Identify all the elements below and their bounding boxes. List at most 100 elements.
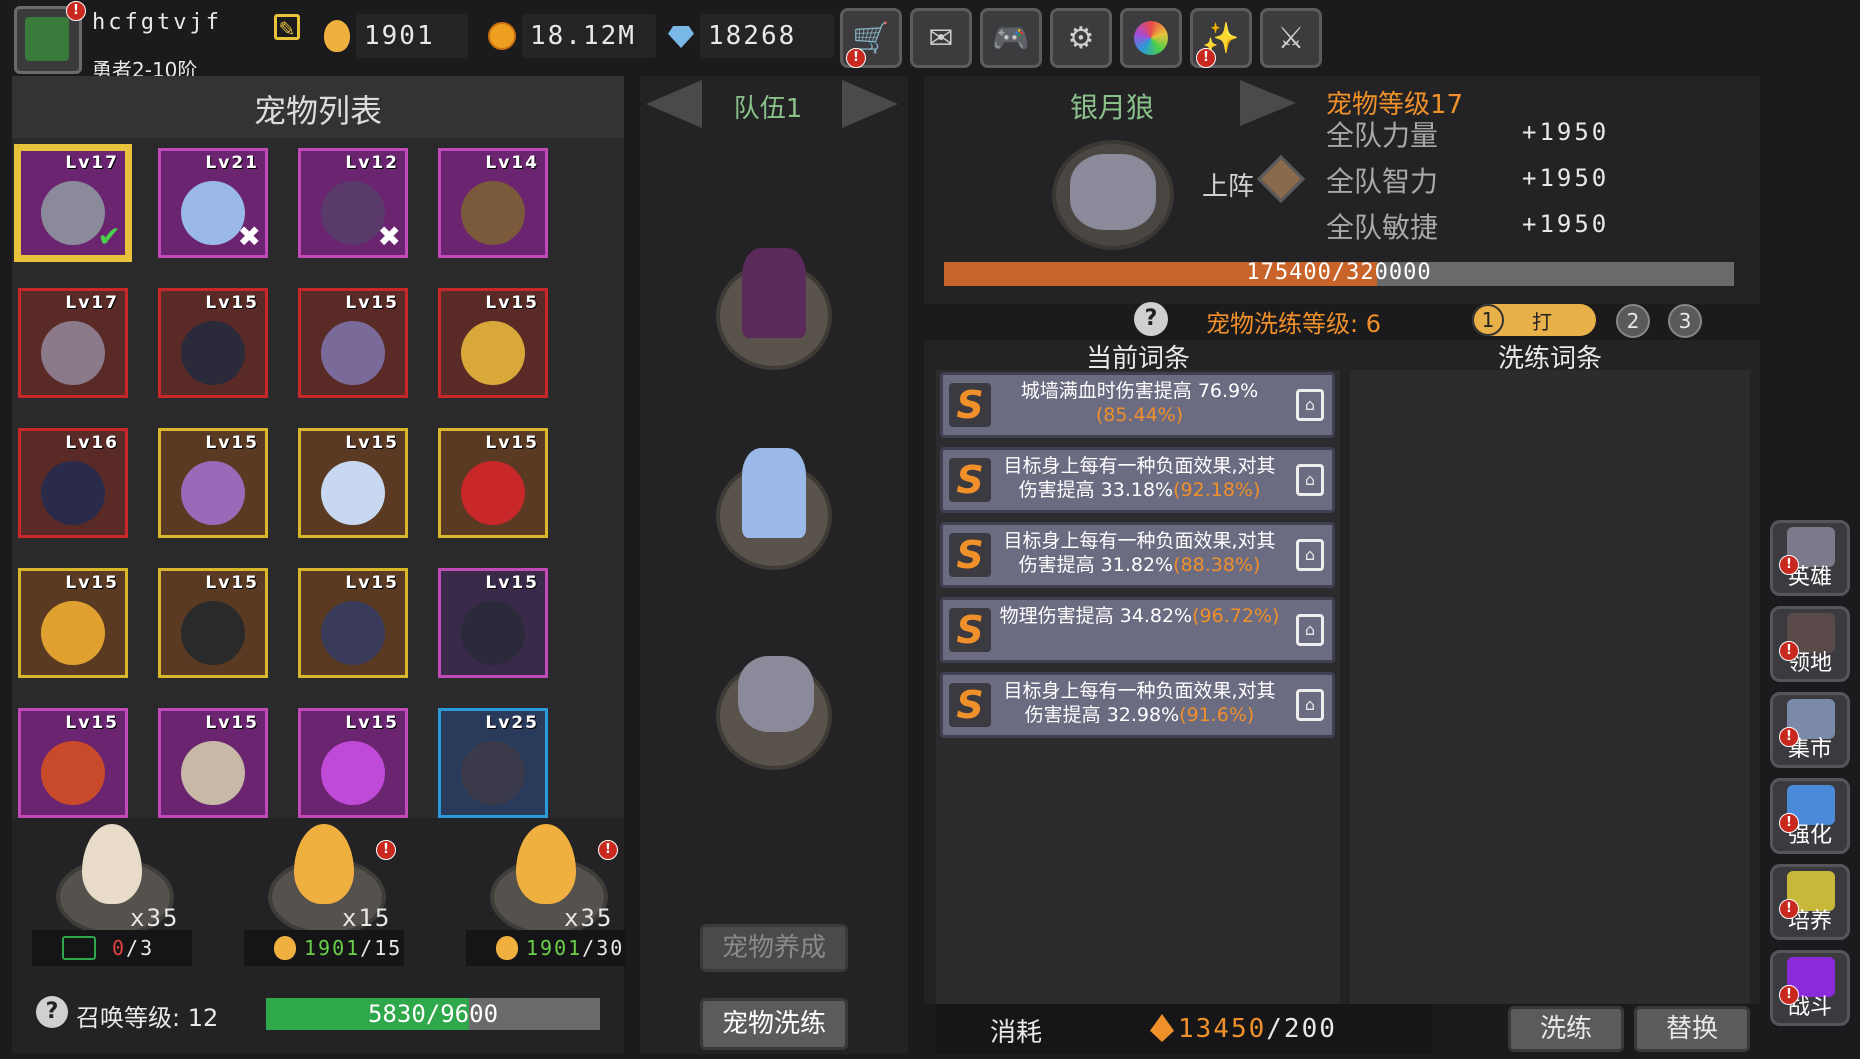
side-menu-castle[interactable]: 领地! <box>1770 606 1850 682</box>
stat-name: 全队敏捷 <box>1326 211 1439 244</box>
pet-nurture-button[interactable]: 宠物养成 <box>700 924 848 972</box>
battle-button[interactable]: ⚔ <box>1260 8 1322 68</box>
fireworks-alert-badge: ! <box>1196 48 1216 68</box>
side-menu-portal[interactable]: 战斗! <box>1770 950 1850 1026</box>
help-icon[interactable]: ? <box>36 996 68 1028</box>
pet-card[interactable]: Lv21 ✖ <box>158 148 268 258</box>
egg-icon <box>496 936 518 960</box>
unlock-icon[interactable]: ⌂ <box>1296 539 1324 571</box>
pet-card[interactable]: Lv15 <box>18 708 128 818</box>
affix-card[interactable]: S 城墙满血时伤害提高 76.9% (85.44%) ⌂ <box>940 372 1335 438</box>
side-menu-market-stall[interactable]: 集市! <box>1770 692 1850 768</box>
pet-level-label: Lv17 <box>65 153 119 173</box>
summon-egg-slot[interactable]: x35 0/3 <box>32 818 212 988</box>
settings-button[interactable]: ⚙ <box>1050 8 1112 68</box>
refine-level: 宠物洗练等级: 6 <box>1206 310 1381 338</box>
stat-value: +1950 <box>1522 118 1610 146</box>
affix-card[interactable]: S 目标身上每有一种负面效果,对其伤害提高 31.82%(88.38%) ⌂ <box>940 522 1335 588</box>
cost-need: /200 <box>1266 1014 1337 1044</box>
battle-swords-icon: ⚔ <box>1277 20 1305 56</box>
team-pet-sprite <box>738 656 814 732</box>
pet-card[interactable]: Lv15 <box>158 708 268 818</box>
pet-card[interactable]: Lv15 <box>18 568 128 678</box>
pet-card[interactable]: Lv25 <box>438 708 548 818</box>
pet-sprite <box>181 601 245 665</box>
side-menu-helmet[interactable]: 英雄! <box>1770 520 1850 596</box>
pet-card[interactable]: Lv15 <box>158 568 268 678</box>
pet-card[interactable]: Lv17 ✔ <box>18 148 128 258</box>
summon-progress-text: 5830/9600 <box>367 1000 499 1028</box>
cost-label: 消耗 <box>990 1018 1043 1048</box>
summon-egg-slot[interactable]: x35 1901/30! <box>466 818 646 988</box>
refine-tab-2[interactable]: 2 <box>1616 304 1650 338</box>
unlock-icon[interactable]: ⌂ <box>1296 389 1324 421</box>
team-slot-3[interactable] <box>716 656 832 770</box>
avatar-alert-badge: ! <box>66 1 86 21</box>
pet-card[interactable]: Lv15 <box>438 288 548 398</box>
stat-name: 全队智力 <box>1326 165 1439 198</box>
color-wheel-button[interactable] <box>1120 8 1182 68</box>
affix-desc: 城墙满血时伤害提高 <box>1020 380 1192 402</box>
pet-level-label: Lv15 <box>205 293 259 313</box>
pet-card[interactable]: Lv15 <box>438 428 548 538</box>
pet-card[interactable]: Lv12 ✖ <box>298 148 408 258</box>
pet-card[interactable]: Lv17 <box>18 288 128 398</box>
refine-help-icon[interactable]: ? <box>1134 302 1168 336</box>
gold-count: 18.12M <box>522 14 656 58</box>
s-rank-badge: S <box>949 533 991 577</box>
player-name: hcfgtvjf <box>92 10 222 35</box>
pet-card[interactable]: Lv15 <box>298 568 408 678</box>
pet-card[interactable]: Lv15 <box>438 568 548 678</box>
summon-egg-slot[interactable]: x15 1901/15! <box>244 818 424 988</box>
affix-card[interactable]: S 物理伤害提高 34.82%(96.72%) ⌂ <box>940 597 1335 663</box>
gamepad-button[interactable]: 🎮 <box>980 8 1042 68</box>
s-rank-badge: S <box>949 383 991 427</box>
replace-button[interactable]: 替换 <box>1634 1006 1750 1052</box>
affix-quality: (85.44%) <box>1095 404 1184 426</box>
pet-refine-button[interactable]: 宠物洗练 <box>700 998 848 1050</box>
affix-text: 目标身上每有一种负面效果,对其伤害提高 32.98%(91.6%) <box>995 679 1284 727</box>
refine-affix-list <box>1350 370 1750 1004</box>
pet-sprite <box>41 601 105 665</box>
pet-card[interactable]: Lv15 <box>298 708 408 818</box>
pet-card[interactable]: Lv16 <box>18 428 128 538</box>
egg-cost: 0/3 <box>112 936 154 960</box>
pet-card[interactable]: Lv15 <box>298 428 408 538</box>
team-slot-1[interactable] <box>716 248 832 370</box>
egg-cost-have: 0 <box>112 936 127 960</box>
pet-card[interactable]: Lv15 <box>158 428 268 538</box>
egg-icon <box>294 824 354 904</box>
unlock-icon[interactable]: ⌂ <box>1296 464 1324 496</box>
egg-cost-need: /3 <box>126 936 155 960</box>
unlock-icon[interactable]: ⌂ <box>1296 614 1324 646</box>
refine-button[interactable]: 洗练 <box>1508 1006 1624 1052</box>
side-menu-crystal[interactable]: 强化! <box>1770 778 1850 854</box>
pet-level-label: Lv16 <box>65 433 119 453</box>
pet-level-label: Lv15 <box>485 573 539 593</box>
egg-count: 1901 <box>356 14 468 58</box>
team-pet-sprite <box>742 248 806 338</box>
pet-sprite <box>181 461 245 525</box>
pet-card[interactable]: Lv15 <box>158 288 268 398</box>
affix-quality: (96.72%) <box>1192 605 1280 627</box>
stat-name: 全队力量 <box>1326 119 1439 152</box>
stat-value: +1950 <box>1522 164 1610 192</box>
team-slot-2[interactable] <box>716 448 832 570</box>
egg-count: x35 <box>130 904 180 932</box>
refine-tab-1[interactable]: 1 打 <box>1472 304 1596 336</box>
mail-button[interactable]: ✉ <box>910 8 972 68</box>
side-menu-chalice[interactable]: 培养! <box>1770 864 1850 940</box>
pet-card[interactable]: Lv14 <box>438 148 548 258</box>
pet-card[interactable]: Lv15 <box>298 288 408 398</box>
ad-video-icon <box>62 936 96 960</box>
color-wheel-icon <box>1134 21 1168 55</box>
affix-card[interactable]: S 目标身上每有一种负面效果,对其伤害提高 33.18%(92.18%) ⌂ <box>940 447 1335 513</box>
affix-card[interactable]: S 目标身上每有一种负面效果,对其伤害提高 32.98%(91.6%) ⌂ <box>940 672 1335 738</box>
egg-cost-have: 1901 <box>304 936 361 960</box>
edit-name-icon[interactable]: ✎ <box>274 14 300 41</box>
refine-tab-3[interactable]: 3 <box>1668 304 1702 338</box>
egg-icon <box>516 824 576 904</box>
pet-level-label: Lv15 <box>65 573 119 593</box>
unlock-icon[interactable]: ⌂ <box>1296 689 1324 721</box>
pet-level-label: Lv15 <box>205 573 259 593</box>
